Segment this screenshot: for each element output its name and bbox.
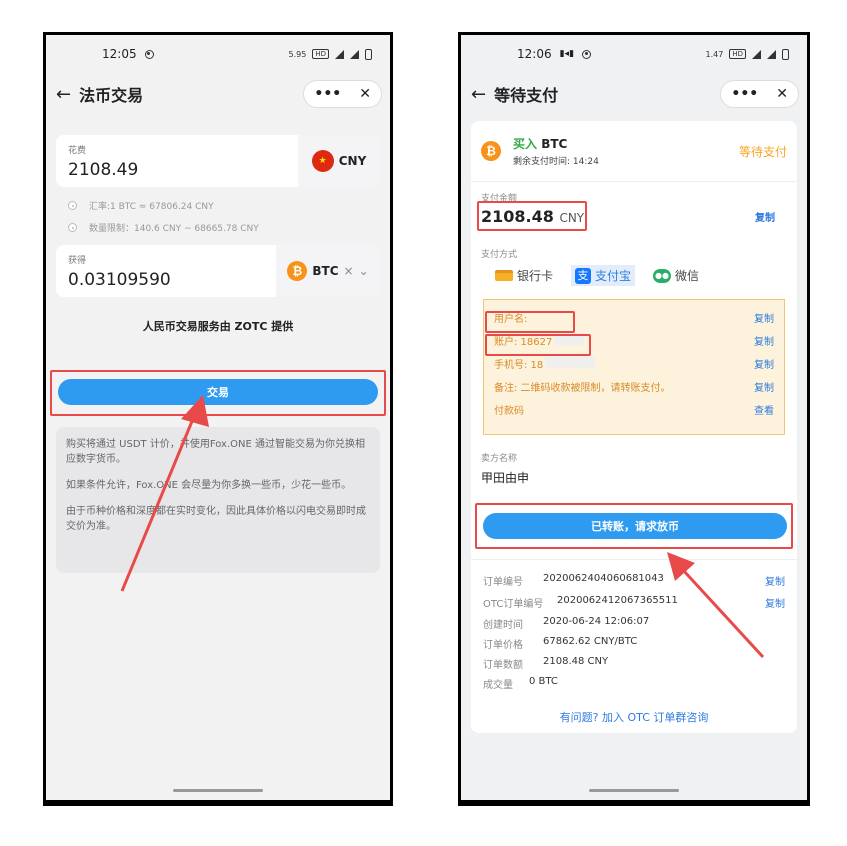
awaiting-payment-screen: 12:06 ▮◂▮ 1.47 HD ← 等待支付 ••• ✕ ₿ 买入 BTC … — [461, 35, 807, 800]
arrow-head — [181, 395, 209, 427]
arrow-shaft — [681, 568, 765, 659]
annotation-arrow-left — [120, 395, 209, 592]
annotation-arrow-right — [667, 552, 765, 659]
phone-right: 12:06 ▮◂▮ 1.47 HD ← 等待支付 ••• ✕ ₿ 买入 BTC … — [458, 32, 810, 806]
home-indicator[interactable] — [173, 789, 263, 792]
arrow-shaft — [120, 413, 197, 592]
home-indicator[interactable] — [589, 789, 679, 792]
fiat-trade-screen: 12:05 5.95 HD ← 法币交易 ••• ✕ 花费 2108.49 ★ … — [46, 35, 390, 800]
phone-left: 12:05 5.95 HD ← 法币交易 ••• ✕ 花费 2108.49 ★ … — [43, 32, 393, 806]
